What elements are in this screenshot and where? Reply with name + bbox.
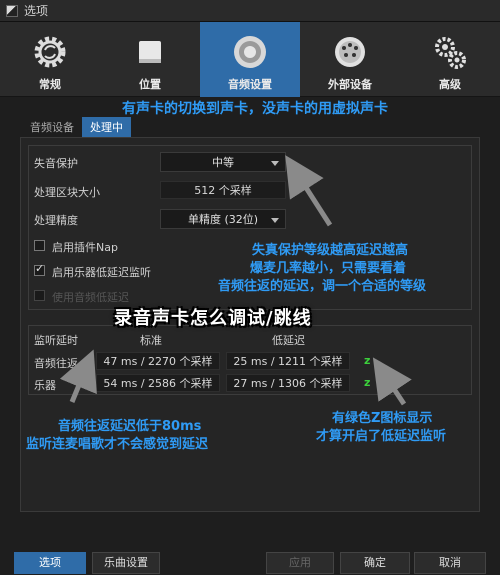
toolbar-item-audio-settings[interactable]: 音频设置: [200, 22, 300, 97]
speaker-icon: [230, 32, 270, 72]
window-title: 选项: [24, 4, 49, 18]
category-toolbar: 常规 位置 音频设置 外部设备 高级: [0, 22, 500, 97]
annotation-bottom-right-2: 才算开启了低延迟监听: [316, 429, 447, 444]
toolbar-label: 高级: [439, 78, 461, 91]
apply-button[interactable]: 应用: [266, 552, 334, 574]
cancel-button[interactable]: 取消: [414, 552, 486, 574]
annotation-top: 有声卡的切换到声卡，没声卡的用虚拟声卡: [122, 101, 388, 117]
toolbar-label: 位置: [139, 78, 161, 91]
block-size-value: 512 个采样: [160, 181, 286, 199]
tab-audio-device[interactable]: 音频设备: [22, 117, 82, 137]
plugin-nap-checkbox[interactable]: [34, 240, 45, 251]
toolbar-label: 外部设备: [328, 78, 372, 91]
block-size-label: 处理区块大小: [34, 186, 100, 199]
toolbar-label: 常规: [39, 78, 61, 91]
annotation-middle-2: 爆麦几率越小，只需要看着: [250, 261, 407, 276]
song-settings-button[interactable]: 乐曲设置: [92, 552, 160, 574]
plugin-nap-label: 启用插件Nap: [52, 241, 118, 254]
instrument-low: 27 ms / 1306 个采样: [226, 374, 350, 392]
annotation-middle-1: 失真保护等级越高延迟越高: [252, 243, 409, 258]
toolbar-item-location[interactable]: 位置: [100, 22, 200, 97]
overlay-title: 录音声卡怎么调试/跳线: [114, 308, 312, 329]
latency-header-low: 低延迟: [272, 334, 305, 347]
precision-label: 处理精度: [34, 214, 78, 227]
toolbar-label: 音频设置: [228, 78, 272, 91]
latency-header-standard: 标准: [140, 334, 162, 347]
settings-tabs: 音频设备 处理中: [22, 117, 131, 137]
chevron-down-icon: [271, 218, 279, 223]
system-low-latency-checkbox: [34, 290, 45, 301]
low-latency-checkbox[interactable]: [34, 262, 45, 276]
chevron-down-icon: [271, 161, 279, 166]
toolbar-item-external-devices[interactable]: 外部设备: [300, 22, 400, 97]
audio-roundtrip-standard: 47 ms / 2270 个采样: [96, 352, 220, 370]
gear-icon: [30, 32, 70, 72]
system-low-latency-label: 使用音频低延迟: [52, 291, 129, 304]
low-latency-label: 启用乐器低延迟监听: [52, 266, 151, 279]
precision-select[interactable]: 单精度 (32位): [160, 209, 286, 229]
tab-processing[interactable]: 处理中: [82, 117, 131, 137]
audio-roundtrip-low: 25 ms / 1211 个采样: [226, 352, 350, 370]
instrument-label: 乐器: [34, 379, 56, 392]
precision-value: 单精度 (32位): [187, 213, 259, 226]
title-bar: 选项: [0, 0, 500, 22]
annotation-bottom-left-2: 监听连麦唱歌才不会感觉到延迟: [26, 437, 209, 452]
low-latency-indicator-icon: z: [364, 354, 371, 367]
toolbar-item-advanced[interactable]: 高级: [400, 22, 500, 97]
instrument-standard: 54 ms / 2586 个采样: [96, 374, 220, 392]
dropout-protection-select[interactable]: 中等: [160, 152, 286, 172]
connector-icon: [330, 32, 370, 72]
ok-button[interactable]: 确定: [340, 552, 410, 574]
toolbar-item-general[interactable]: 常规: [0, 22, 100, 97]
options-button[interactable]: 选项: [14, 552, 86, 574]
annotation-bottom-left-1: 音频往返延迟低于80ms: [58, 419, 202, 434]
dropout-protection-value: 中等: [212, 156, 234, 169]
annotation-middle-3: 音频往返的延迟，调一个合适的等级: [218, 279, 427, 294]
drive-icon: [130, 32, 170, 72]
low-latency-indicator-icon: z: [364, 376, 371, 389]
app-logo-icon: [6, 4, 18, 17]
gears-icon: [430, 32, 470, 72]
audio-roundtrip-label: 音频往返: [34, 357, 78, 370]
annotation-bottom-right-1: 有绿色Z图标显示: [332, 411, 433, 426]
dropout-protection-label: 失音保护: [34, 157, 78, 170]
latency-header-label: 监听延时: [34, 334, 78, 347]
